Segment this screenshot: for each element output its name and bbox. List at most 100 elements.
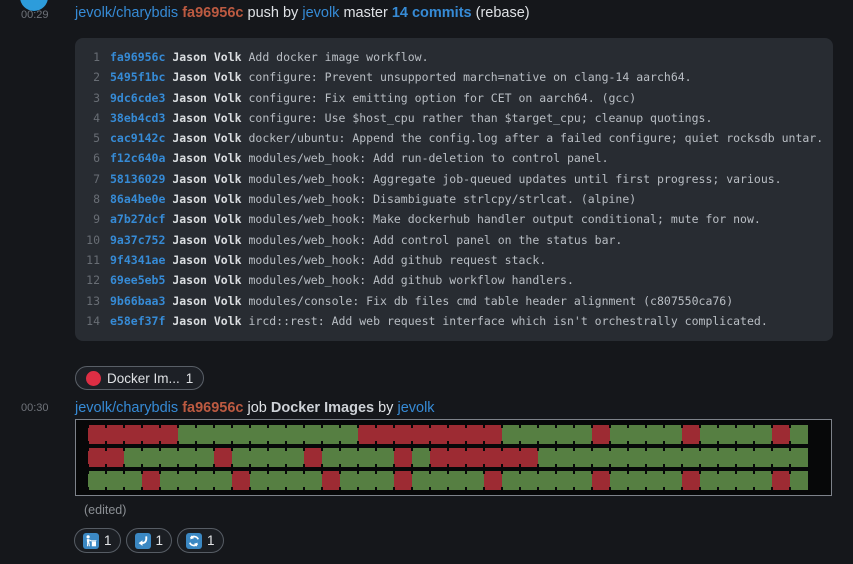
- status-cell-failed: [322, 471, 340, 490]
- status-cell-passed: [556, 448, 574, 467]
- line-number: 5: [85, 128, 100, 148]
- status-cell-passed: [736, 448, 754, 467]
- message1-header: jevolk/charybdis fa96956c push by jevolk…: [75, 5, 530, 21]
- commit-message: modules/web_hook: Add github workflow ha…: [248, 273, 573, 287]
- commit-hash-link[interactable]: cac9142c: [110, 131, 165, 145]
- docker-images-status-pill[interactable]: Docker Im... 1: [75, 366, 204, 390]
- status-grid-row: [88, 425, 831, 444]
- commit-author: Jason Volk: [165, 151, 248, 165]
- status-cell-passed: [574, 448, 592, 467]
- commit-hash-link[interactable]: e58ef37f: [110, 314, 165, 328]
- line-number: 8: [85, 189, 100, 209]
- status-cell-passed: [178, 448, 196, 467]
- status-cell-passed: [124, 448, 142, 467]
- status-cell-failed: [106, 425, 124, 444]
- status-cell-passed: [664, 448, 682, 467]
- commit-hash-link[interactable]: 9a37c752: [110, 233, 165, 247]
- commit-line: 39dc6cde3 Jason Volk configure: Fix emit…: [85, 88, 833, 108]
- repo-link[interactable]: jevolk/charybdis: [75, 5, 178, 21]
- commit-list-codeblock: 1fa96956c Jason Volk Add docker image wo…: [75, 38, 833, 341]
- status-cell-passed: [628, 471, 646, 490]
- status-cell-failed: [394, 448, 412, 467]
- commit-line: 1269ee5eb5 Jason Volk modules/web_hook: …: [85, 270, 833, 290]
- status-cell-passed: [232, 448, 250, 467]
- commit-hash: fa96956c: [182, 400, 243, 416]
- repo-link[interactable]: jevolk/charybdis: [75, 400, 178, 416]
- status-cell-failed: [232, 471, 250, 490]
- status-cell-passed: [592, 448, 610, 467]
- commit-author: Jason Volk: [165, 192, 248, 206]
- job-name: Docker Images: [271, 400, 374, 416]
- status-cell-passed: [556, 425, 574, 444]
- commit-hash-link[interactable]: a7b27dcf: [110, 212, 165, 226]
- status-cell-passed: [268, 471, 286, 490]
- status-cell-failed: [592, 471, 610, 490]
- commit-hash-link[interactable]: 69ee5eb5: [110, 273, 165, 287]
- status-cell-passed: [556, 471, 574, 490]
- line-number: 7: [85, 169, 100, 189]
- job-text: job: [248, 400, 267, 416]
- status-cell-failed: [772, 471, 790, 490]
- commit-hash: fa96956c: [182, 5, 243, 21]
- commit-hash-link[interactable]: fa96956c: [110, 50, 165, 64]
- status-cell-failed: [520, 448, 538, 467]
- status-cell-passed: [376, 448, 394, 467]
- status-grid-row: [88, 448, 831, 467]
- status-cell-passed: [682, 448, 700, 467]
- reaction-refresh-arrows[interactable]: 1: [177, 528, 224, 553]
- rebase-label: (rebase): [476, 5, 530, 21]
- status-cell-failed: [448, 448, 466, 467]
- message2-header: jevolk/charybdis fa96956c job Docker Ima…: [75, 400, 435, 416]
- status-cell-passed: [430, 471, 448, 490]
- line-number: 12: [85, 270, 100, 290]
- status-cell-passed: [574, 471, 592, 490]
- commit-hash-link[interactable]: 58136029: [110, 172, 165, 186]
- commit-author: Jason Volk: [165, 111, 248, 125]
- commit-line: 14e58ef37f Jason Volk ircd::rest: Add we…: [85, 311, 833, 331]
- status-cell-failed: [88, 425, 106, 444]
- commit-author: Jason Volk: [165, 294, 248, 308]
- status-cell-passed: [736, 471, 754, 490]
- status-cell-failed: [160, 425, 178, 444]
- commit-message: docker/ubuntu: Append the config.log aft…: [248, 131, 823, 145]
- ci-status-grid-image[interactable]: [75, 419, 832, 496]
- user-link[interactable]: jevolk: [397, 400, 434, 416]
- status-cell-failed: [394, 471, 412, 490]
- commit-line: 109a37c752 Jason Volk modules/web_hook: …: [85, 230, 833, 250]
- status-cell-passed: [520, 471, 538, 490]
- status-cell-failed: [466, 448, 484, 467]
- status-cell-passed: [160, 471, 178, 490]
- commit-hash-link[interactable]: 38eb4cd3: [110, 111, 165, 125]
- commit-hash-link[interactable]: 9f4341ae: [110, 253, 165, 267]
- status-cell-failed: [484, 448, 502, 467]
- commit-line: 25495f1bc Jason Volk configure: Prevent …: [85, 67, 833, 87]
- commit-hash-link[interactable]: f12c640a: [110, 151, 165, 165]
- status-cell-passed: [286, 471, 304, 490]
- status-cell-passed: [790, 448, 808, 467]
- commit-hash-link[interactable]: 9dc6cde3: [110, 91, 165, 105]
- status-cell-passed: [502, 425, 520, 444]
- red-circle-icon: [86, 371, 101, 386]
- status-cell-passed: [790, 425, 808, 444]
- reactions-row: 111: [74, 528, 224, 553]
- reaction-reply-arrow[interactable]: 1: [126, 528, 173, 553]
- status-cell-failed: [88, 448, 106, 467]
- user-link[interactable]: jevolk: [302, 5, 339, 21]
- status-cell-passed: [610, 471, 628, 490]
- commit-author: Jason Volk: [165, 212, 248, 226]
- status-cell-passed: [718, 471, 736, 490]
- status-cell-failed: [124, 425, 142, 444]
- commit-hash-link[interactable]: 9b66baa3: [110, 294, 165, 308]
- status-cell-passed: [466, 471, 484, 490]
- line-number: 14: [85, 311, 100, 331]
- status-cell-passed: [358, 448, 376, 467]
- commits-count-link[interactable]: 14 commits: [392, 5, 472, 21]
- commit-hash-link[interactable]: 86a4be0e: [110, 192, 165, 206]
- commit-author: Jason Volk: [165, 233, 248, 247]
- commit-line: 119f4341ae Jason Volk modules/web_hook: …: [85, 250, 833, 270]
- status-cell-passed: [268, 425, 286, 444]
- reaction-litter-bin[interactable]: 1: [74, 528, 121, 553]
- branch-name: master: [343, 5, 387, 21]
- commit-hash-link[interactable]: 5495f1bc: [110, 70, 165, 84]
- commit-author: Jason Volk: [165, 253, 248, 267]
